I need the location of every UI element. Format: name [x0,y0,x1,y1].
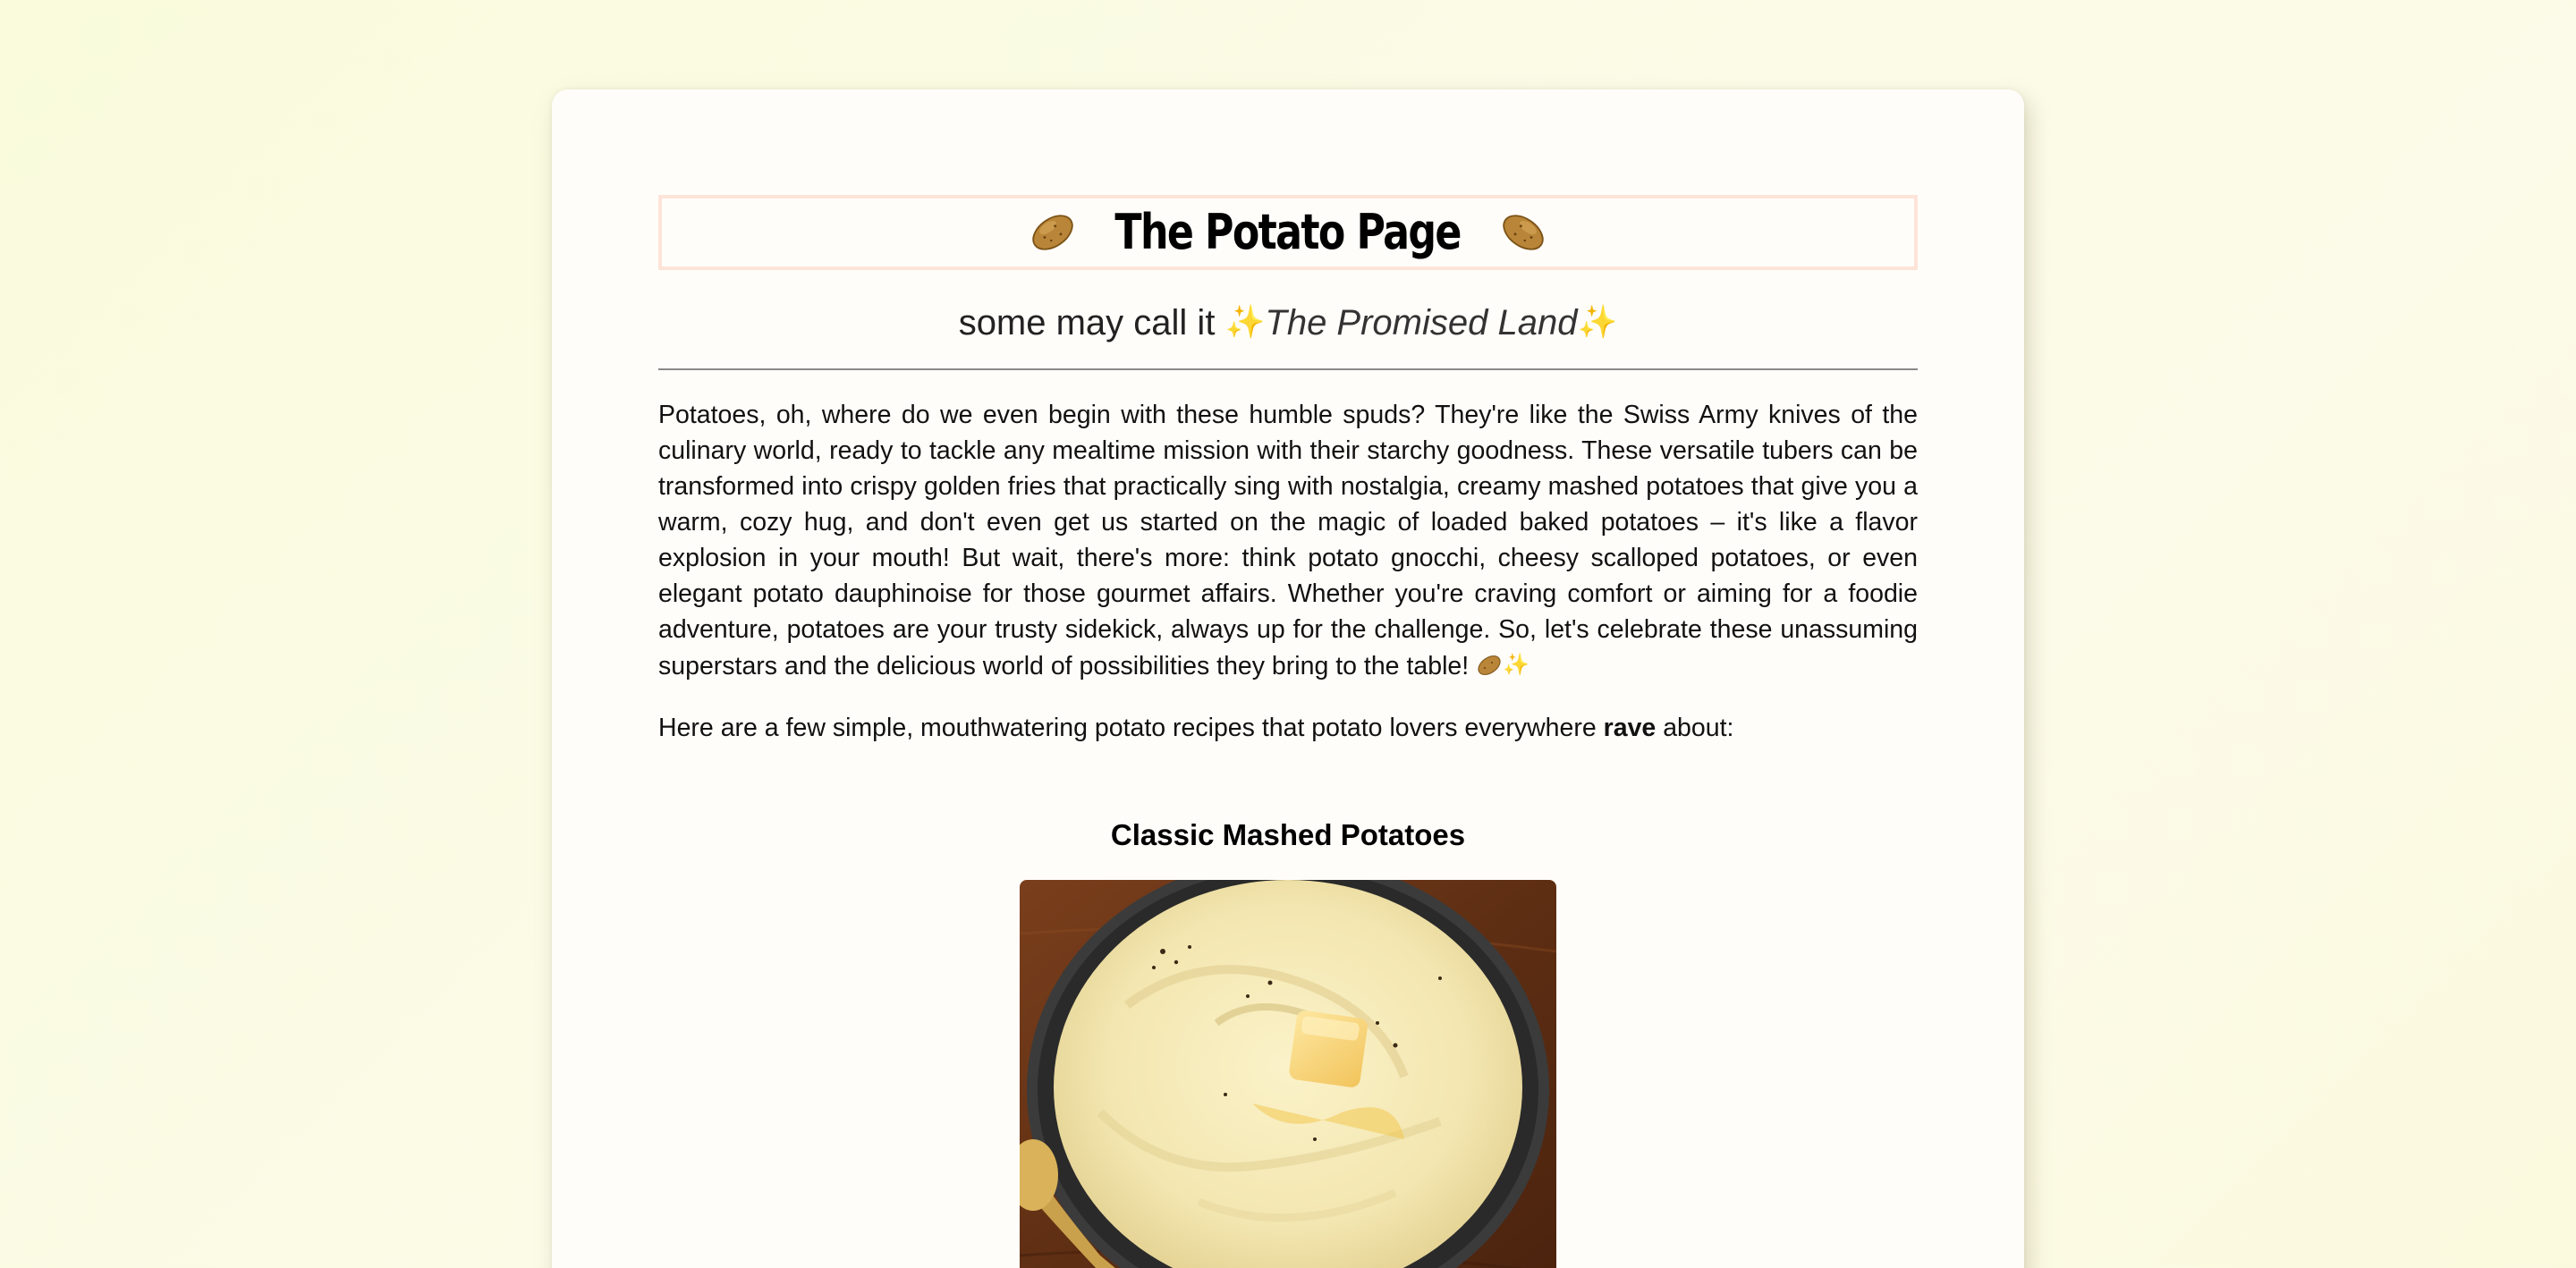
potato-icon [1499,208,1547,257]
recipes-intro-after: about: [1663,713,1734,742]
sparkle-icon: ✨ [1503,653,1530,677]
potato-icon [1476,652,1503,679]
content-card: The Potato Page some may call it ✨The Pr… [552,89,2024,1268]
sparkle-icon: ✨ [1224,303,1266,340]
page-title: The Potato Page [1114,204,1462,260]
recipes-intro-text: Here are a few simple, mouthwatering pot… [658,713,1597,742]
subtitle-prefix: some may call it [958,303,1216,342]
mashed-potatoes-photo [1020,879,1556,1268]
page-subtitle: some may call it ✨The Promised Land✨ [658,300,1918,343]
subtitle-emphasis: The Promised Land [1265,303,1578,342]
intro-paragraph-text: Potatoes, oh, where do we even begin wit… [658,401,1918,680]
potato-icon [1029,208,1077,257]
page-title-box: The Potato Page [658,195,1918,270]
intro-paragraph: Potatoes, oh, where do we even begin wit… [658,397,1918,684]
recipes-intro: Here are a few simple, mouthwatering pot… [658,710,1918,746]
sparkle-icon: ✨ [1577,303,1618,340]
recipes-intro-bold: rave [1603,713,1657,742]
recipe-title: Classic Mashed Potatoes [1110,817,1466,851]
divider [658,368,1918,370]
